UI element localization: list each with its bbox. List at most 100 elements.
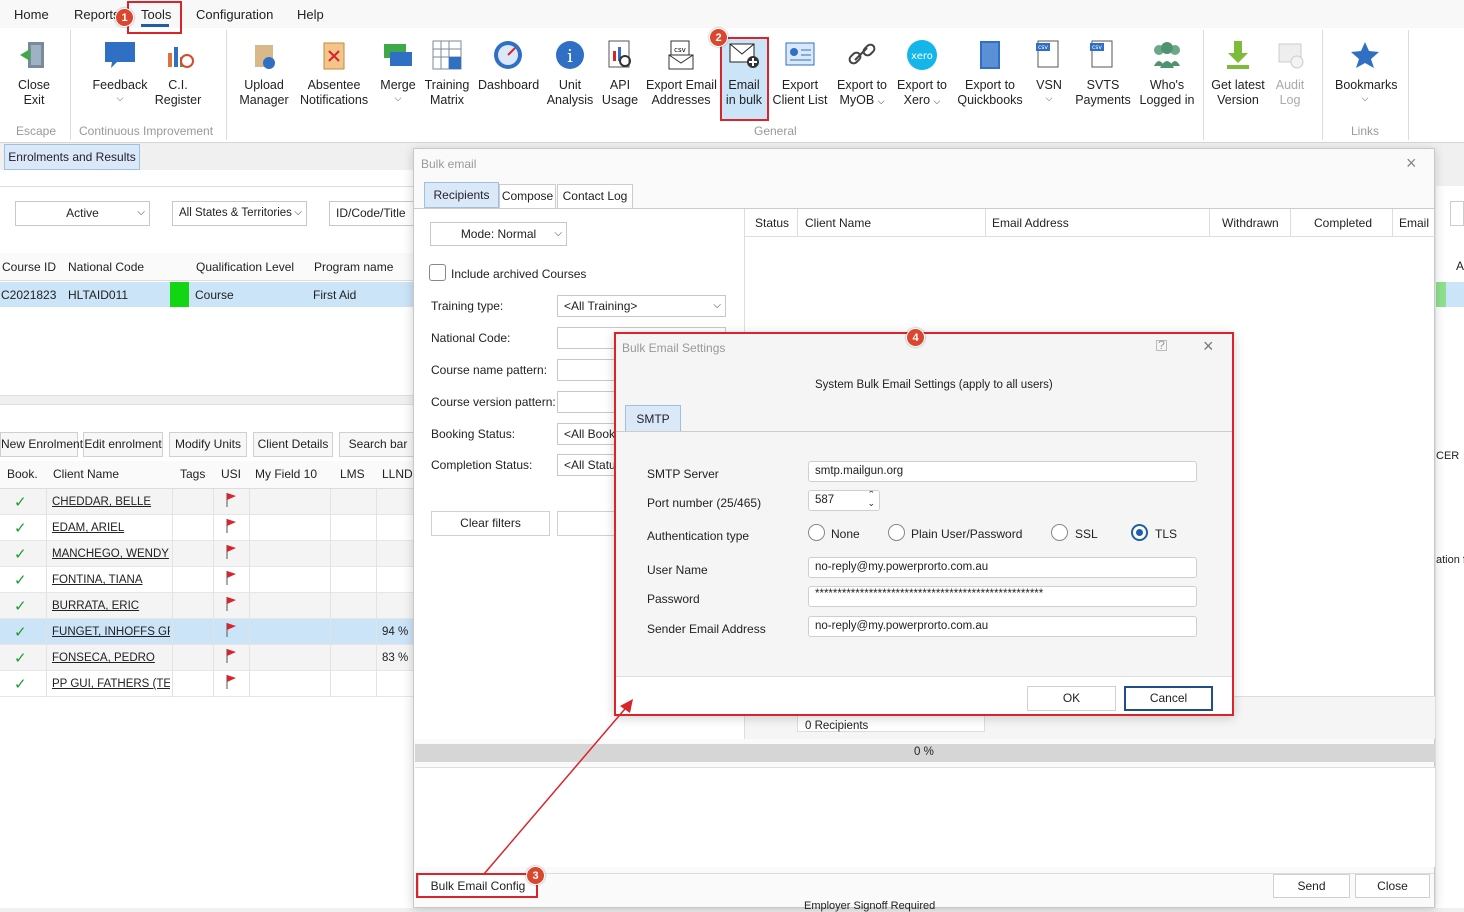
svts-payments-button[interactable]: csv SVTS Payments [1073, 32, 1133, 122]
cancel-button[interactable]: Cancel [1124, 686, 1213, 711]
menu-reports[interactable]: Reports [74, 7, 120, 22]
client-name-link[interactable]: EDAM, ARIEL [52, 522, 170, 534]
auth-none-radio[interactable] [808, 524, 825, 541]
bulk-email-settings-dialog: Bulk Email Settings ? × System Bulk Emai… [614, 332, 1234, 716]
client-details-button[interactable]: Client Details [253, 432, 333, 457]
splitter[interactable] [0, 395, 413, 405]
table-row[interactable]: ✓ FUNGET, INHOFFS GRE 94 % [0, 619, 413, 645]
table-row[interactable]: ✓ PP GUI, FATHERS (TEST [0, 671, 413, 697]
col-completed[interactable]: Completed [1314, 216, 1372, 230]
tab-contact-log[interactable]: Contact Log [557, 184, 633, 208]
close-icon[interactable]: × [1203, 336, 1214, 357]
client-name-link[interactable]: FONTINA, TIANA [52, 574, 170, 586]
ci-register-button[interactable]: C.I. Register [148, 32, 208, 122]
col-client-name[interactable]: Client Name [805, 216, 871, 230]
client-name-link[interactable]: PP GUI, FATHERS (TEST [52, 678, 170, 690]
cell-divider [213, 645, 214, 671]
training-matrix-button[interactable]: Training Matrix [417, 32, 477, 122]
recipients-count: 0 Recipients [805, 720, 869, 732]
tab-compose[interactable]: Compose [499, 184, 556, 208]
col-course-id[interactable]: Course ID [2, 260, 56, 274]
export-client-list-button[interactable]: Export Client List [770, 32, 830, 122]
mode-combo[interactable]: Mode: Normal ⌵ [430, 222, 567, 246]
dashboard-button[interactable]: Dashboard [478, 32, 539, 122]
stepper-arrows-icon[interactable]: ⌃ ⌄ [867, 491, 875, 508]
menu-help[interactable]: Help [297, 7, 324, 22]
tab-smtp[interactable]: SMTP [625, 405, 681, 432]
client-name-link[interactable]: FONSECA, PEDRO [52, 652, 170, 664]
xero-logo-icon: xero [905, 38, 939, 72]
help-icon[interactable]: ? [1156, 339, 1167, 351]
bookmarks-button[interactable]: Bookmarks ⌵ [1335, 32, 1398, 122]
port-number-stepper[interactable]: 587 ⌃ ⌄ [808, 490, 880, 511]
api-usage-button[interactable]: API Usage [590, 32, 650, 122]
id-code-placeholder: ID/Code/Title [336, 206, 406, 220]
upload-manager-button[interactable]: Upload Manager [234, 32, 294, 122]
auth-ssl-radio[interactable] [1051, 524, 1068, 541]
table-row[interactable]: ✓ EDAM, ARIEL [0, 515, 413, 541]
table-row[interactable]: ✓ CHEDDAR, BELLE [0, 489, 413, 515]
table-row[interactable]: ✓ MANCHEGO, WENDY [0, 541, 413, 567]
search-bar-button[interactable]: Search bar [339, 432, 417, 457]
col-llnd[interactable]: LLND [382, 467, 413, 481]
client-name-link[interactable]: MANCHEGO, WENDY [52, 548, 170, 560]
export-xero-button[interactable]: xero Export to Xero ⌵ [892, 32, 952, 122]
training-type-combo[interactable]: <All Training> ⌵ [557, 295, 726, 317]
clear-filters-button[interactable]: Clear filters [431, 511, 550, 536]
menu-configuration[interactable]: Configuration [196, 7, 273, 22]
client-name-link[interactable]: CHEDDAR, BELLE [52, 496, 170, 508]
export-quickbooks-button[interactable]: Export to Quickbooks [955, 32, 1025, 122]
user-name-input[interactable]: no-reply@my.powerprorto.com.au [808, 557, 1197, 578]
password-input[interactable]: ****************************************… [808, 586, 1197, 607]
tab-recipients[interactable]: Recipients [424, 182, 499, 208]
close-button[interactable]: Close [1355, 874, 1430, 898]
new-enrolment-button[interactable]: New Enrolment [0, 432, 83, 457]
table-row[interactable]: ✓ BURRATA, ERIC [0, 593, 413, 619]
col-booked[interactable]: Book. [7, 467, 38, 481]
col-program-name[interactable]: Program name [314, 260, 393, 274]
export-myob-button[interactable]: Export to MyOB ⌵ [832, 32, 892, 122]
whos-logged-in-button[interactable]: Who's Logged in [1137, 32, 1197, 122]
absentee-notifications-button[interactable]: Absentee Notifications [300, 32, 368, 122]
audit-log-button[interactable]: Audit Log [1260, 32, 1320, 122]
col-national-code[interactable]: National Code [68, 260, 144, 274]
col-my-field-10[interactable]: My Field 10 [255, 467, 317, 481]
client-name-link[interactable]: BURRATA, ERIC [52, 600, 170, 612]
sender-email-input[interactable]: no-reply@my.powerprorto.com.au [808, 616, 1197, 637]
col-withdrawn[interactable]: Withdrawn [1222, 216, 1279, 230]
send-button[interactable]: Send [1273, 874, 1350, 898]
edit-enrolment-button[interactable]: Edit enrolment [83, 432, 163, 457]
menu-home[interactable]: Home [14, 7, 49, 22]
cell-divider [213, 593, 214, 619]
feedback-button[interactable]: Feedback ⌵ [90, 32, 150, 122]
col-client-name[interactable]: Client Name [53, 467, 119, 481]
active-filter-combo[interactable]: Active ⌵ [15, 201, 150, 226]
col-qualification-level[interactable]: Qualification Level [196, 260, 294, 274]
close-icon[interactable]: × [1406, 153, 1417, 174]
ok-button[interactable]: OK [1027, 686, 1116, 711]
table-row[interactable]: ✓ FONSECA, PEDRO 83 % [0, 645, 413, 671]
client-name-link[interactable]: FUNGET, INHOFFS GRE [52, 626, 170, 638]
tab-enrolments-results[interactable]: Enrolments and Results [4, 144, 140, 170]
cell-divider [376, 489, 377, 515]
include-archived-label: Include archived Courses [451, 267, 587, 281]
close-exit-button[interactable]: Close Exit [4, 32, 64, 122]
col-tags[interactable]: Tags [180, 467, 205, 481]
table-row[interactable]: ✓ FONTINA, TIANA [0, 567, 413, 593]
states-filter-combo[interactable]: All States & Territories ⌵ [172, 201, 307, 226]
col-usi[interactable]: USI [221, 467, 241, 481]
smtp-server-input[interactable]: smtp.mailgun.org [808, 461, 1197, 482]
include-archived-checkbox[interactable] [429, 264, 446, 281]
col-lms[interactable]: LMS [340, 467, 365, 481]
col-email-address[interactable]: Email Address [992, 216, 1069, 230]
id-code-search-field[interactable]: ID/Code/Title [329, 201, 419, 226]
col-email[interactable]: Email [1399, 216, 1429, 230]
get-latest-version-button[interactable]: Get latest Version [1208, 32, 1268, 122]
col-status[interactable]: Status [755, 216, 789, 230]
auth-plain-radio[interactable] [888, 524, 905, 541]
export-email-addresses-button[interactable]: csv Export Email Addresses [646, 32, 717, 122]
course-row-selected[interactable]: C2021823 HLTAID011 Course First Aid [0, 282, 413, 307]
vsn-button[interactable]: csv VSN ⌵ [1019, 32, 1079, 122]
auth-tls-radio[interactable] [1131, 524, 1148, 541]
modify-units-button[interactable]: Modify Units [169, 432, 247, 457]
